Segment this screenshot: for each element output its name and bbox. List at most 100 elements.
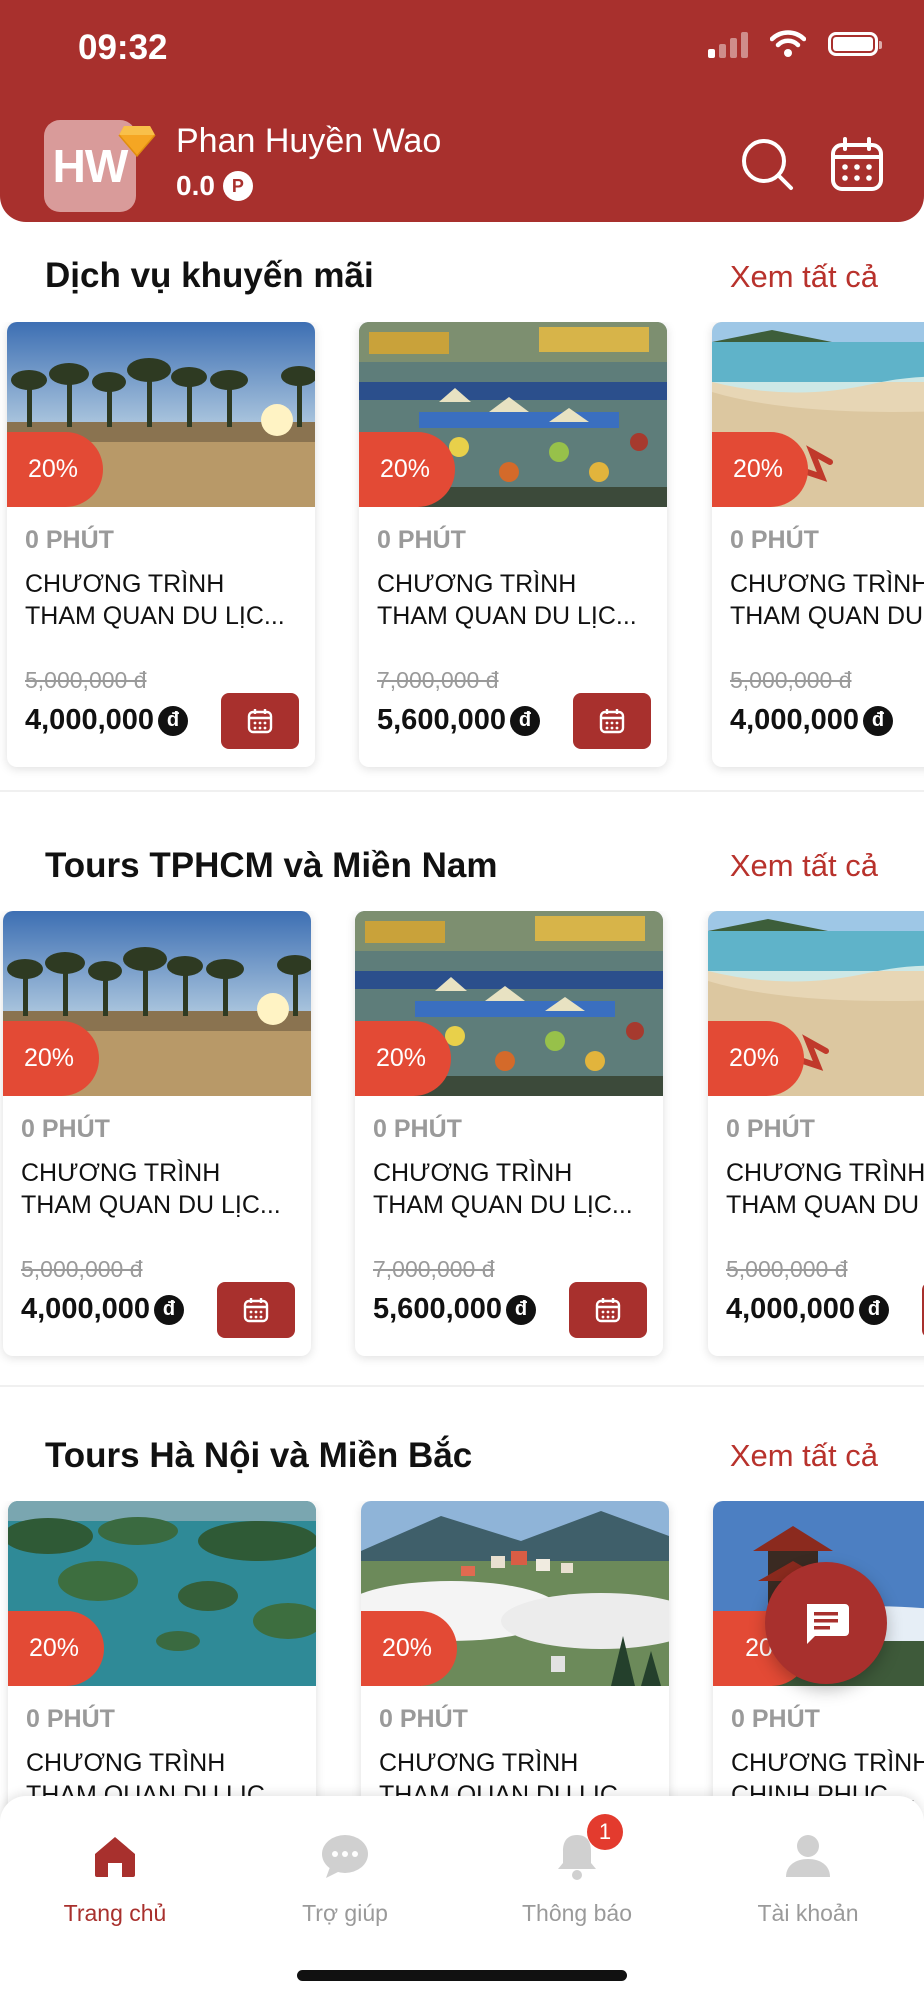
- calendar-icon: [599, 709, 625, 734]
- status-time: 09:32: [78, 28, 168, 67]
- tour-card-row: 20% 0 PHÚT CHƯƠNG TRÌNH THAM QUAN DU LỊC…: [0, 322, 924, 782]
- dong-currency-icon: đ: [506, 1294, 537, 1325]
- dong-currency-icon: đ: [154, 1294, 185, 1325]
- tour-card[interactable]: 20% 0 PHÚT CHƯƠNG TRÌNH THAM QUAN DU 5,0…: [708, 911, 924, 1356]
- sale-price: 5,600,000 đ: [377, 704, 541, 737]
- original-price: 5,000,000 đ: [730, 667, 852, 693]
- tour-card[interactable]: 20% 0 PHÚT CHƯƠNG TRÌNH THAM QUAN DU LỊC…: [359, 322, 667, 767]
- chat-bubble-icon: [315, 1826, 375, 1886]
- discount-badge: 20%: [7, 432, 103, 507]
- chat-icon: [807, 1604, 849, 1644]
- search-icon: [742, 139, 793, 190]
- points-row: 0.0 P: [176, 170, 253, 202]
- discount-badge: 20%: [712, 432, 808, 507]
- chat-button[interactable]: [765, 1562, 887, 1684]
- tour-duration: 0 PHÚT: [731, 1705, 820, 1733]
- tab-home[interactable]: Trang chủ: [5, 1826, 225, 1927]
- tour-title: CHƯƠNG TRÌNH THAM QUAN DU: [726, 1159, 924, 1219]
- points-value: 0.0: [176, 170, 215, 201]
- sale-price: 4,000,000 đ: [730, 704, 894, 737]
- home-indicator: [297, 1970, 627, 1981]
- bell-icon: 1: [547, 1814, 623, 1886]
- tour-duration: 0 PHÚT: [26, 1705, 115, 1733]
- calendar-icon: [243, 1298, 269, 1323]
- dong-currency-icon: đ: [158, 705, 189, 736]
- tour-card[interactable]: 20% 0 PHÚT CHƯƠNG TRÌNH THAM QUAN DU LỊC…: [355, 911, 663, 1356]
- tour-duration: 0 PHÚT: [25, 526, 114, 554]
- original-price: 7,000,000 đ: [377, 667, 499, 693]
- sale-price-value: 4,000,000: [726, 1293, 856, 1325]
- sale-price-value: 5,600,000: [373, 1293, 503, 1325]
- book-date-button[interactable]: [569, 1282, 647, 1338]
- points-icon: P: [222, 171, 253, 201]
- tour-duration: 0 PHÚT: [21, 1115, 110, 1143]
- sale-price-value: 4,000,000: [25, 704, 155, 736]
- sale-price: 4,000,000 đ: [21, 1293, 185, 1326]
- sale-price: 5,600,000 đ: [373, 1293, 537, 1326]
- tour-duration: 0 PHÚT: [377, 526, 466, 554]
- cellular-signal-icon: [708, 30, 748, 58]
- tour-title: CHƯƠNG TRÌNH THAM QUAN DU LỊC...: [377, 570, 637, 630]
- dong-currency-icon: đ: [510, 705, 541, 736]
- tour-title: CHƯƠNG TRÌNH THAM QUAN DU: [730, 570, 924, 630]
- see-all-link[interactable]: Xem tất cả: [730, 848, 878, 884]
- calendar-icon: [831, 137, 883, 191]
- see-all-link[interactable]: Xem tất cả: [730, 259, 878, 295]
- discount-badge: 20%: [8, 1611, 104, 1686]
- see-all-link[interactable]: Xem tất cả: [730, 1438, 878, 1474]
- section-title-south-tours: Tours TPHCM và Miền Nam: [45, 846, 498, 885]
- book-date-button[interactable]: [573, 693, 651, 749]
- calendar-button[interactable]: [827, 134, 887, 194]
- tour-title: CHƯƠNG TRÌNH THAM QUAN DU LỊC...: [25, 570, 285, 630]
- sale-price: 4,000,000 đ: [726, 1293, 890, 1326]
- section-divider: [0, 1385, 924, 1387]
- tour-title: CHƯƠNG TRÌNH THAM QUAN DU LỊC...: [373, 1159, 633, 1219]
- battery-icon: [828, 32, 882, 56]
- section-title-north-tours: Tours Hà Nội và Miền Bắc: [45, 1436, 473, 1475]
- wifi-icon: [770, 30, 806, 57]
- tour-card[interactable]: 20% 0 PHÚT CHƯƠNG TRÌNH THAM QUAN DU LỊC…: [3, 911, 311, 1356]
- tour-card[interactable]: 20% 0 PHÚT CHƯƠNG TRÌNH THAM QUAN DU LỊC…: [7, 322, 315, 767]
- search-button[interactable]: [737, 134, 797, 194]
- calendar-icon: [595, 1298, 621, 1323]
- sale-price-value: 5,600,000: [377, 704, 507, 736]
- tour-card[interactable]: 20% 0 PHÚT CHƯƠNG TRÌNH THAM QUAN DU 5,0…: [712, 322, 924, 767]
- tab-help[interactable]: Trợ giúp: [235, 1826, 455, 1927]
- discount-badge: 20%: [361, 1611, 457, 1686]
- tour-duration: 0 PHÚT: [379, 1705, 468, 1733]
- tour-duration: 0 PHÚT: [726, 1115, 815, 1143]
- sale-price: 4,000,000 đ: [25, 704, 189, 737]
- original-price: 7,000,000 đ: [373, 1256, 495, 1282]
- home-icon: [85, 1826, 145, 1886]
- section-title-promotions: Dịch vụ khuyến mãi: [45, 256, 374, 295]
- original-price: 5,000,000 đ: [21, 1256, 143, 1282]
- notification-count-badge: 1: [587, 1814, 623, 1850]
- sale-price-value: 4,000,000: [730, 704, 860, 736]
- sale-price-value: 4,000,000: [21, 1293, 151, 1325]
- tab-account[interactable]: Tài khoản: [698, 1826, 918, 1927]
- calendar-icon: [247, 709, 273, 734]
- original-price: 5,000,000 đ: [25, 667, 147, 693]
- tab-notifications[interactable]: 1 Thông báo: [467, 1814, 687, 1927]
- book-date-button[interactable]: [221, 693, 299, 749]
- section-divider: [0, 790, 924, 792]
- user-name: Phan Huyền Wao: [176, 122, 442, 160]
- status-icons: [708, 30, 882, 58]
- original-price: 5,000,000 đ: [726, 1256, 848, 1282]
- app-header: 09:32 HW Phan Huyền Wao 0.0 P: [0, 0, 924, 222]
- book-date-button[interactable]: [217, 1282, 295, 1338]
- discount-badge: 20%: [3, 1021, 99, 1096]
- tour-card-row: 20% 0 PHÚT CHƯƠNG TRÌNH THAM QUAN DU LỊC…: [0, 911, 924, 1371]
- discount-badge: 20%: [708, 1021, 804, 1096]
- tour-duration: 0 PHÚT: [373, 1115, 462, 1143]
- dong-currency-icon: đ: [859, 1294, 890, 1325]
- tab-label: Thông báo: [522, 1900, 632, 1926]
- discount-badge: 20%: [355, 1021, 451, 1096]
- tour-title: CHƯƠNG TRÌNH THAM QUAN DU LỊC...: [21, 1159, 281, 1219]
- tab-label: Trang chủ: [63, 1900, 167, 1926]
- tab-label: Tài khoản: [757, 1900, 859, 1926]
- user-icon: [778, 1826, 838, 1886]
- diamond-icon: [118, 126, 156, 158]
- dong-currency-icon: đ: [863, 705, 894, 736]
- discount-badge: 20%: [359, 432, 455, 507]
